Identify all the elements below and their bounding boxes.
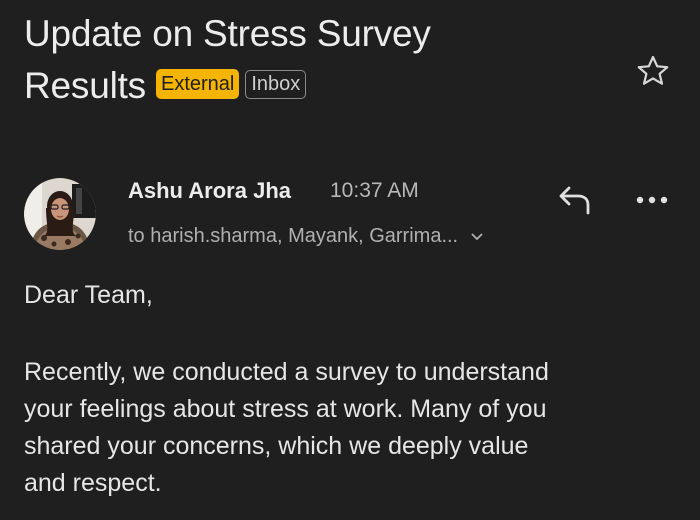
reply-icon[interactable] <box>554 183 594 217</box>
email-subject: Update on Stress Survey Results External I… <box>24 8 624 112</box>
subject-line-1: Update on Stress Survey <box>24 13 431 54</box>
sender-name[interactable]: Ashu Arora Jha <box>128 178 291 204</box>
subject-line-2-text: Results <box>24 65 146 106</box>
star-icon[interactable] <box>636 54 670 88</box>
body-line: shared your concerns, which we deeply va… <box>24 432 529 460</box>
external-label: External <box>155 69 240 100</box>
avatar[interactable] <box>24 178 96 250</box>
more-options-icon[interactable] <box>632 190 672 210</box>
email-body: Recently, we conducted a survey to under… <box>24 354 674 502</box>
recipients-text: to harish.sharma, Mayank, Garrima... <box>128 225 459 247</box>
subject-line-2: Results External Inbox <box>24 60 624 112</box>
email-greeting: Dear Team, <box>24 281 153 309</box>
recipients-row[interactable]: to harish.sharma, Mayank, Garrima... <box>128 225 484 248</box>
inbox-label[interactable]: Inbox <box>245 69 307 99</box>
chevron-down-icon[interactable] <box>470 232 484 242</box>
body-line: Recently, we conducted a survey to under… <box>24 358 549 386</box>
body-line: your feelings about stress at work. Many… <box>24 395 547 423</box>
email-time: 10:37 AM <box>330 179 419 202</box>
body-line: and respect. <box>24 469 162 497</box>
